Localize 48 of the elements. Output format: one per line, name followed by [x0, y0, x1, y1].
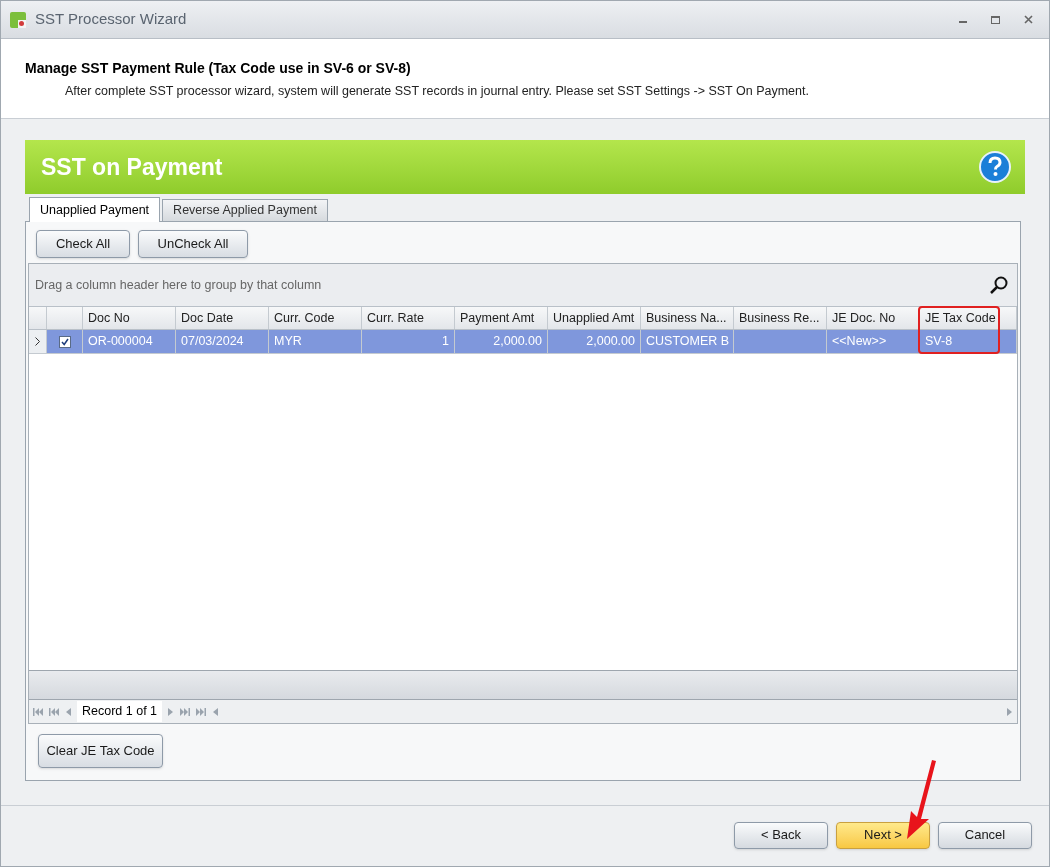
button[interactable]: < Back: [734, 821, 828, 849]
search-icon[interactable]: [989, 275, 1009, 295]
scroll-left-icon[interactable]: [212, 707, 219, 716]
table-cell-text: 2,000.00: [493, 333, 542, 351]
column-header[interactable]: Payment Amt: [455, 307, 548, 329]
group-hint: Drag a column header here to group by that column: [35, 276, 322, 294]
header-description: After complete SST processor wizard, system will generate SST records in journal entry. Please set SST Settings -> SST On Payment.: [64, 83, 810, 100]
previous-page-icon[interactable]: [49, 707, 59, 716]
previous-record-icon[interactable]: [65, 707, 71, 716]
app-icon: [9, 10, 27, 29]
next-button[interactable]: Next >: [836, 821, 930, 849]
next-page-icon[interactable]: [180, 707, 191, 716]
column-header[interactable]: Curr. Rate: [362, 307, 455, 329]
window-title: SST Processor Wizard: [35, 9, 187, 30]
column-header[interactable]: Business Re...: [734, 307, 827, 329]
close-icon[interactable]: [1024, 15, 1033, 24]
banner-title: SST on Payment: [41, 152, 223, 182]
next-record-icon[interactable]: [168, 707, 175, 716]
maximize-icon[interactable]: [991, 15, 1000, 24]
help-icon[interactable]: [979, 151, 1011, 183]
table-cell-text: <<New>>: [832, 333, 887, 351]
record-indicator: Record 1 of 1: [77, 701, 163, 722]
last-record-icon[interactable]: [196, 707, 207, 716]
column-header[interactable]: Business Na...: [641, 307, 734, 329]
table-cell-text: 07/03/2024: [181, 333, 244, 351]
scroll-right-icon[interactable]: [1007, 707, 1013, 716]
column-header[interactable]: Curr. Code: [269, 307, 362, 329]
checkbox[interactable]: [58, 335, 71, 348]
header-title: Manage SST Payment Rule (Tax Code use in SV-6 or SV-8): [25, 59, 412, 78]
table-cell-text: MYR: [274, 333, 302, 351]
table-cell-text: 1: [442, 333, 449, 351]
tab[interactable]: Reverse Applied Payment: [162, 199, 328, 221]
column-header[interactable]: Unapplied Amt: [548, 307, 641, 329]
button[interactable]: Check All: [36, 230, 130, 258]
tab[interactable]: Unapplied Payment: [29, 197, 161, 222]
first-record-icon[interactable]: [33, 707, 43, 716]
button[interactable]: Cancel: [938, 821, 1032, 849]
table-cell-text: OR-000004: [88, 333, 153, 351]
table-cell-text: CUSTOMER B: [646, 333, 730, 351]
table-cell-text: SV-8: [925, 333, 953, 351]
column-header[interactable]: Doc No: [83, 307, 176, 329]
column-header[interactable]: JE Tax Code: [920, 307, 1017, 329]
table-cell-text: 2,000.00: [586, 333, 635, 351]
button[interactable]: UnCheck All: [138, 230, 248, 258]
button[interactable]: Clear JE Tax Code: [38, 734, 163, 768]
row-indicator-icon: [35, 337, 40, 346]
column-header[interactable]: Doc Date: [176, 307, 269, 329]
column-header[interactable]: JE Doc. No: [827, 307, 920, 329]
